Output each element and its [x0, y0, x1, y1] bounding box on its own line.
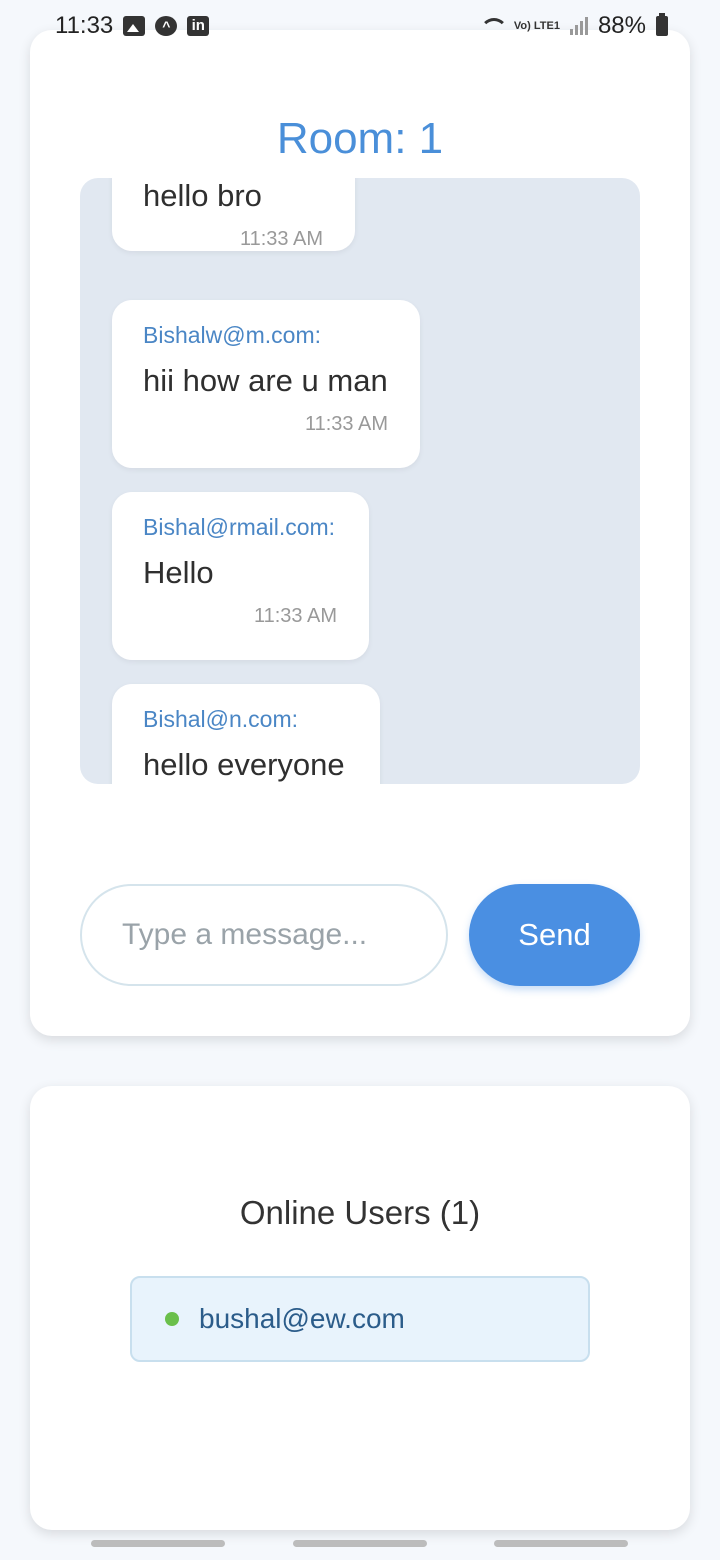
wifi-icon [478, 16, 508, 36]
message-text: hello bro [143, 178, 262, 213]
message-text: hello everyone [143, 747, 345, 782]
linkedin-icon: in [187, 16, 210, 36]
message-sender: Bishal@n.com: [143, 706, 299, 732]
status-right: Vo) LTE1 88% [478, 12, 668, 40]
status-bar: 11:33 ^ in Vo) LTE1 88% [0, 0, 720, 52]
network-label: Vo) LTE1 [513, 20, 560, 32]
message-bubble: Bishal@rmail.com: Hello 11:33 AM [112, 492, 369, 660]
status-time: 11:33 [55, 12, 114, 39]
message-sender: Bishalw@m.com: [143, 322, 321, 348]
battery-icon [656, 13, 668, 36]
nav-recents-handle[interactable] [91, 1540, 225, 1547]
signal-icon [569, 17, 588, 35]
message-text: Hello [143, 555, 214, 590]
chat-card: Room: 1 hello bro 11:33 AM Bishalw@m.com… [30, 30, 690, 1036]
navigation-bar [0, 1540, 720, 1548]
message-text: hii how are u man [143, 363, 388, 398]
message-input[interactable] [80, 884, 448, 986]
app-icon: ^ [155, 16, 178, 36]
send-button[interactable]: Send [469, 884, 640, 986]
online-users-title: Online Users (1) [239, 1194, 481, 1231]
room-title: Room: 1 [276, 114, 444, 163]
message-input-row: Send [80, 884, 640, 986]
online-users-card: Online Users (1) bushal@ew.com [30, 1086, 690, 1530]
nav-back-handle[interactable] [494, 1540, 628, 1547]
message-time: 11:33 AM [253, 605, 337, 627]
messages-panel[interactable]: hello bro 11:33 AM Bishalw@m.com: hii ho… [80, 178, 640, 784]
online-user-item[interactable]: bushal@ew.com [130, 1276, 590, 1362]
message-time: 11:33 AM [239, 228, 323, 250]
message-bubble: Bishalw@m.com: hii how are u man 11:33 A… [112, 300, 420, 468]
online-status-icon [165, 1312, 179, 1326]
online-user-name: bushal@ew.com [199, 1303, 405, 1334]
status-left: 11:33 ^ in [55, 12, 210, 40]
message-bubble: Bishal@n.com: hello everyone [112, 684, 380, 784]
battery-percent: 88% [597, 12, 646, 39]
message-time: 11:33 AM [304, 413, 388, 435]
message-bubble: hello bro 11:33 AM [112, 178, 355, 251]
nav-home-handle[interactable] [293, 1540, 427, 1547]
gallery-icon [123, 16, 146, 36]
message-sender: Bishal@rmail.com: [143, 514, 336, 540]
